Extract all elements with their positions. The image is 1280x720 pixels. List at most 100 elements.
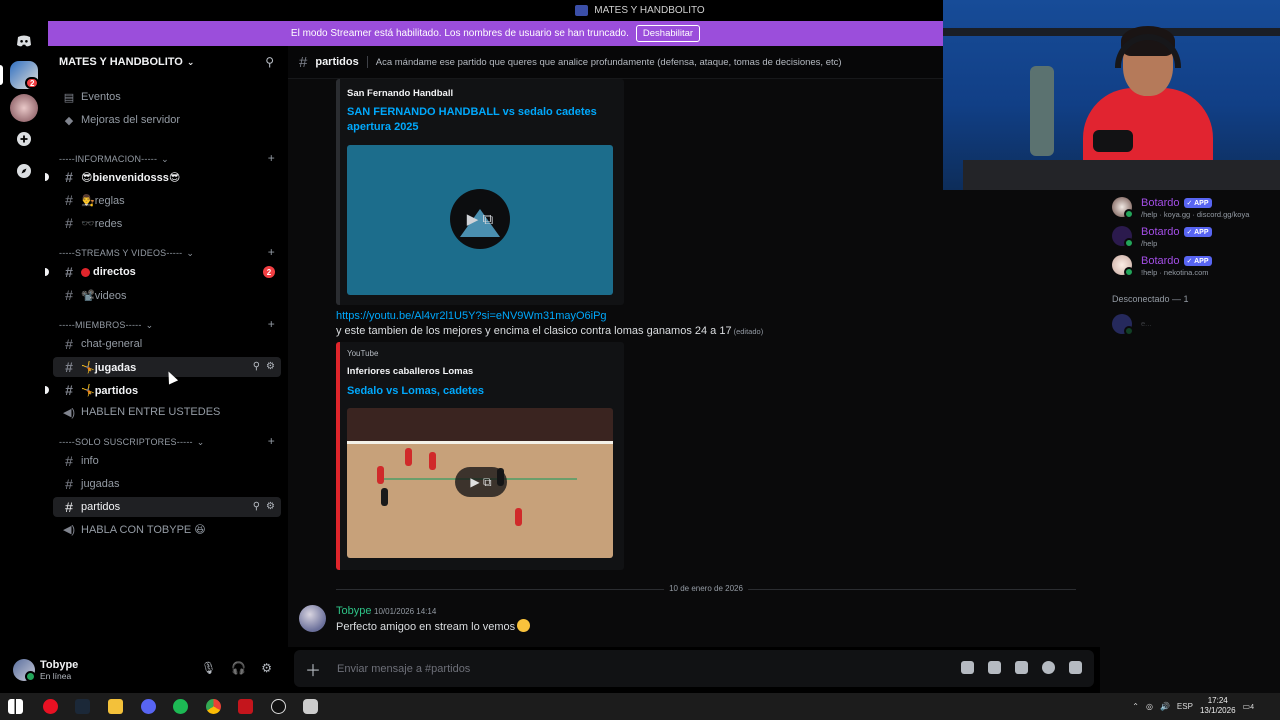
folder-icon[interactable] <box>108 699 123 714</box>
avatar[interactable] <box>299 605 326 632</box>
edited-label: (editado) <box>733 327 764 336</box>
player <box>377 466 384 484</box>
events-item[interactable]: ▤ Eventos <box>53 87 281 107</box>
video-thumbnail[interactable]: ▶ ⧉ <box>347 145 613 295</box>
video-thumbnail[interactable]: ▶ ⧉ <box>347 408 613 558</box>
date-divider: 10 de enero de 2026 <box>336 584 1076 593</box>
chevron-up-icon[interactable]: ⌃ <box>1132 702 1139 711</box>
obs-icon[interactable] <box>271 699 286 714</box>
player <box>429 452 436 470</box>
voice-habla-con-tobype[interactable]: ◀) HABLA CON TOBYPE 😆 <box>53 519 281 539</box>
category-miembros[interactable]: -----MIEMBROS----- ⌄ + <box>53 317 281 332</box>
add-server-icon[interactable] <box>10 125 38 153</box>
channel-label: 📽️videos <box>81 289 127 302</box>
create-channel-icon[interactable]: + <box>268 317 275 331</box>
spotify-icon[interactable] <box>173 699 188 714</box>
notification-icon[interactable]: ▭4 <box>1243 702 1254 711</box>
windows-start-icon[interactable] <box>8 699 23 714</box>
server-icon <box>575 5 589 16</box>
steam-icon[interactable] <box>75 699 90 714</box>
category-informacion[interactable]: -----INFORMACION----- ⌄ + <box>53 151 281 166</box>
chrome-icon[interactable] <box>206 699 221 714</box>
play-icon[interactable]: ▶ ⧉ <box>455 467 507 497</box>
gift-icon[interactable] <box>961 661 974 674</box>
channel-info[interactable]: # info <box>53 451 281 471</box>
offline-header: Desconectado — 1 <box>1112 294 1189 304</box>
discord-icon[interactable] <box>141 699 156 714</box>
category-streams[interactable]: -----STREAMS Y VIDEOS----- ⌄ + <box>53 245 281 260</box>
play-icon[interactable]: ▶ ⧉ <box>450 189 510 249</box>
server-icon-other[interactable] <box>10 94 38 122</box>
chevron-down-icon: ⌄ <box>196 436 205 447</box>
message-author[interactable]: Tobype <box>336 605 371 617</box>
channel-label: 🤸jugadas <box>81 361 137 374</box>
attach-plus-icon[interactable]: ＋ <box>305 657 321 681</box>
hash-icon: # <box>65 264 73 280</box>
channel-label: 🕶️redes <box>81 217 123 230</box>
voice-hablen-entre-ustedes[interactable]: ◀) HABLEN ENTRE USTEDES <box>53 402 281 422</box>
microphone-icon[interactable]: 🎙 <box>201 661 216 675</box>
channel-partidos-selected[interactable]: # partidos ⚲ ⚙ <box>53 497 281 517</box>
clock[interactable]: 17:24 13/1/2026 <box>1200 696 1236 716</box>
create-channel-icon[interactable]: + <box>268 151 275 165</box>
channel-topic[interactable]: Aca mándame ese partido que queres que a… <box>376 57 842 68</box>
channel-directos[interactable]: # directos 2 <box>45 262 281 282</box>
member-item[interactable]: Botardo ✓ APP /help <box>1112 226 1277 248</box>
channel-redes[interactable]: # 🕶️redes <box>53 213 281 233</box>
category-suscriptores[interactable]: -----SOLO SUSCRIPTORES----- ⌄ + <box>53 434 281 449</box>
embed-title-link[interactable]: SAN FERNANDO HANDBALL vs sedalo cadetes … <box>347 105 597 135</box>
channel-bienvenidosss[interactable]: # 😎bienvenidosss😎 <box>45 167 281 187</box>
member-item-offline[interactable]: e... <box>1112 314 1277 336</box>
gif-icon[interactable] <box>988 661 1001 674</box>
channel-jugadas-sub[interactable]: # jugadas <box>53 474 281 494</box>
language-indicator[interactable]: ESP <box>1177 702 1193 711</box>
gear-icon[interactable]: ⚙ <box>266 501 275 512</box>
app-icon[interactable] <box>43 699 58 714</box>
discord-home-icon[interactable] <box>10 27 38 55</box>
create-channel-icon[interactable]: + <box>268 245 275 259</box>
disable-streamer-button[interactable]: Deshabilitar <box>635 25 701 42</box>
channel-label: chat-general <box>81 338 143 350</box>
invite-icon[interactable]: ⚲ <box>253 361 260 372</box>
create-channel-icon[interactable]: + <box>268 434 275 448</box>
channel-label: directos <box>93 266 136 278</box>
embed-title-link[interactable]: Sedalo vs Lomas, cadetes <box>347 384 597 399</box>
webcam-microphone <box>1093 130 1133 152</box>
gear-icon[interactable]: ⚙ <box>261 661 272 675</box>
youtube-link[interactable]: https://youtu.be/Al4vr2l1U5Y?si=eNV9Wm31… <box>336 310 607 322</box>
network-icon[interactable]: ◎ <box>1146 702 1153 711</box>
message-body: Perfecto amigoo en stream lo vemos <box>336 621 516 633</box>
invite-icon[interactable]: ⚲ <box>253 501 260 512</box>
volume-icon[interactable]: 🔊 <box>1160 702 1170 711</box>
app-badge: ✓ APP <box>1183 227 1212 237</box>
boosts-item[interactable]: ◆ Mejoras del servidor <box>53 110 281 130</box>
events-label: Eventos <box>81 91 121 103</box>
app-icon[interactable] <box>303 699 318 714</box>
headphones-icon[interactable]: 🎧 <box>231 661 246 675</box>
app-badge: ✓ APP <box>1183 256 1212 266</box>
server-header[interactable]: MATES Y HANDBOLITO ⌄ ⚲ <box>48 46 288 78</box>
member-item[interactable]: Botardo ✓ APP !help · nekotina.com <box>1112 255 1277 277</box>
server-mention-badge: 2 <box>25 77 40 89</box>
member-status: /help <box>1141 239 1158 248</box>
channel-reglas[interactable]: # 👨‍⚖️reglas <box>53 190 281 210</box>
channel-videos[interactable]: # 📽️videos <box>53 285 281 305</box>
avatar[interactable] <box>13 659 36 682</box>
channel-chat-general[interactable]: # chat-general <box>53 334 281 354</box>
apps-icon[interactable] <box>1069 661 1082 674</box>
gear-icon[interactable]: ⚙ <box>266 361 275 372</box>
avatar <box>1112 314 1134 336</box>
avatar <box>1112 255 1134 277</box>
member-item[interactable]: Botardo ✓ APP /help · koya.gg · discord.g… <box>1112 197 1277 219</box>
invite-icon[interactable]: ⚲ <box>265 55 274 69</box>
discover-icon[interactable] <box>10 157 38 185</box>
channel-partidos-members[interactable]: # 🤸partidos <box>45 380 281 400</box>
video-editor-icon[interactable] <box>238 699 253 714</box>
thinking-emoji-icon <box>517 619 531 632</box>
message-text: y este tambien de los mejores y encima e… <box>336 325 763 337</box>
sticker-icon[interactable] <box>1015 661 1028 674</box>
webcam-overlay <box>943 0 1280 190</box>
embed-provider: YouTube <box>347 349 379 358</box>
message-input[interactable] <box>337 662 898 675</box>
emoji-icon[interactable] <box>1042 661 1055 674</box>
